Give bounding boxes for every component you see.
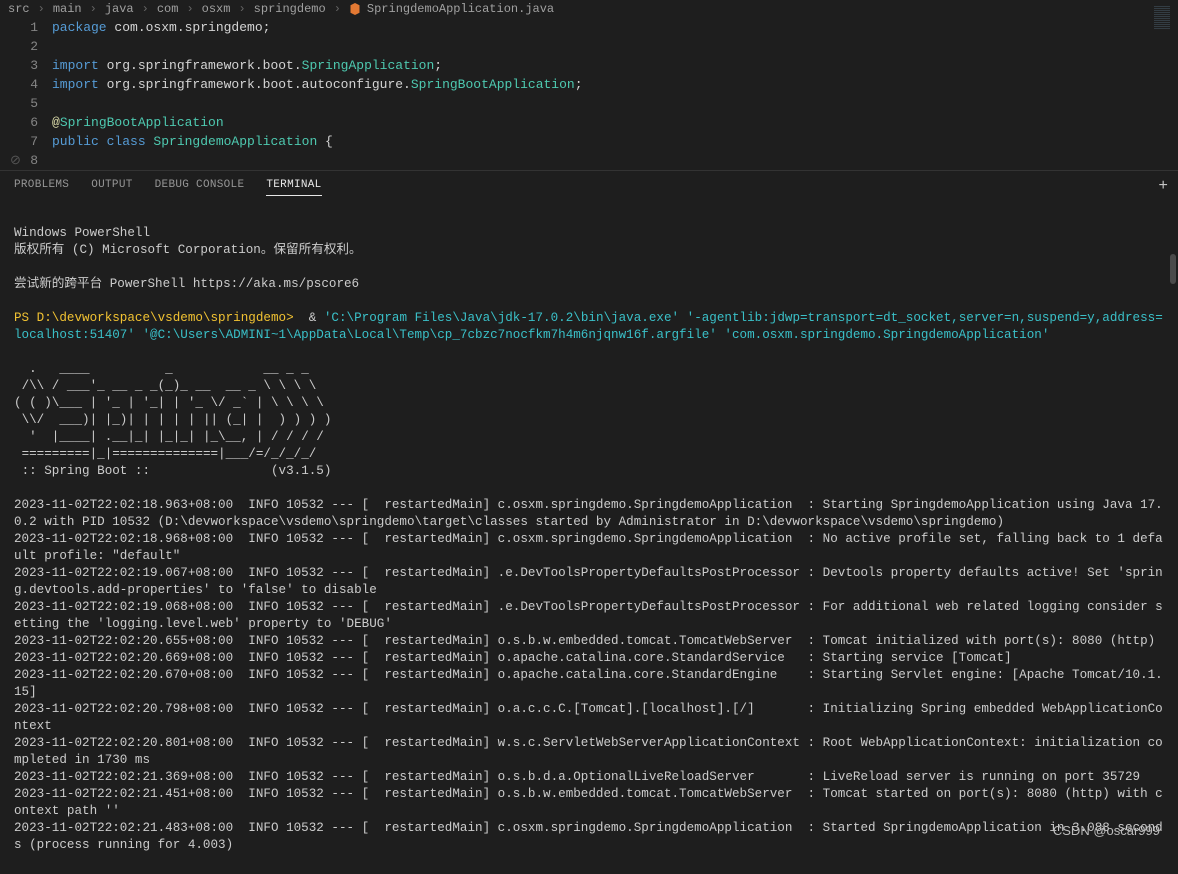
spring-banner: . ____ _ __ _ _ /\\ / ___'_ __ _ _(_)_ _… — [14, 362, 331, 478]
add-panel-icon[interactable]: + — [1158, 177, 1168, 195]
code-area[interactable]: package com.osxm.springdemo; import org.… — [52, 18, 1178, 170]
tab-problems[interactable]: PROBLEMS — [14, 179, 69, 196]
ps-header: Windows PowerShell — [14, 226, 150, 240]
crumb[interactable]: java — [105, 2, 134, 16]
log-line: 2023-11-02T22:02:20.801+08:00 INFO 10532… — [14, 736, 1163, 767]
panel-tabs: PROBLEMS OUTPUT DEBUG CONSOLE TERMINAL + — [0, 170, 1178, 202]
log-line: 2023-11-02T22:02:20.655+08:00 INFO 10532… — [14, 634, 1155, 648]
log-line: 2023-11-02T22:02:20.798+08:00 INFO 10532… — [14, 702, 1163, 733]
java-file-icon — [349, 3, 361, 15]
crumb-file[interactable]: SpringdemoApplication.java — [367, 2, 554, 16]
ps-copyright: 版权所有 (C) Microsoft Corporation。保留所有权利。 — [14, 243, 362, 257]
log-line: 2023-11-02T22:02:19.067+08:00 INFO 10532… — [14, 566, 1163, 597]
tab-debug[interactable]: DEBUG CONSOLE — [155, 179, 245, 196]
crumb[interactable]: springdemo — [254, 2, 326, 16]
log-line: 2023-11-02T22:02:18.968+08:00 INFO 10532… — [14, 532, 1163, 563]
gutter: 1 2 3 4 5 6 7 8 ⊘ — [0, 18, 52, 170]
no-entry-icon: ⊘ — [10, 153, 21, 168]
prompt-line: PS D:\devworkspace\vsdemo\springdemo> & … — [14, 311, 1163, 342]
breadcrumb: src main java com osxm springdemo Spring… — [0, 0, 1178, 18]
scrollbar-thumb[interactable] — [1170, 254, 1176, 284]
log-line: 2023-11-02T22:02:20.669+08:00 INFO 10532… — [14, 651, 1012, 665]
tab-terminal[interactable]: TERMINAL — [266, 179, 321, 196]
log-line: 2023-11-02T22:02:21.369+08:00 INFO 10532… — [14, 770, 1140, 784]
log-line: 2023-11-02T22:02:18.963+08:00 INFO 10532… — [14, 498, 1163, 529]
watermark: CSDN @oscar999 — [1053, 823, 1160, 838]
log-line: 2023-11-02T22:02:21.483+08:00 INFO 10532… — [14, 821, 1163, 852]
ps-trynew: 尝试新的跨平台 PowerShell https://aka.ms/pscore… — [14, 277, 359, 291]
crumb[interactable]: osxm — [202, 2, 231, 16]
code-editor[interactable]: 1 2 3 4 5 6 7 8 ⊘ package com.osxm.sprin… — [0, 18, 1178, 170]
log-line: 2023-11-02T22:02:21.451+08:00 INFO 10532… — [14, 787, 1163, 818]
crumb[interactable]: main — [53, 2, 82, 16]
crumb[interactable]: src — [8, 2, 30, 16]
log-line: 2023-11-02T22:02:19.068+08:00 INFO 10532… — [14, 600, 1163, 631]
crumb[interactable]: com — [157, 2, 179, 16]
minimap[interactable] — [1154, 6, 1170, 30]
log-line: 2023-11-02T22:02:20.670+08:00 INFO 10532… — [14, 668, 1163, 699]
tab-output[interactable]: OUTPUT — [91, 179, 132, 196]
terminal-output[interactable]: Windows PowerShell 版权所有 (C) Microsoft Co… — [0, 202, 1178, 874]
